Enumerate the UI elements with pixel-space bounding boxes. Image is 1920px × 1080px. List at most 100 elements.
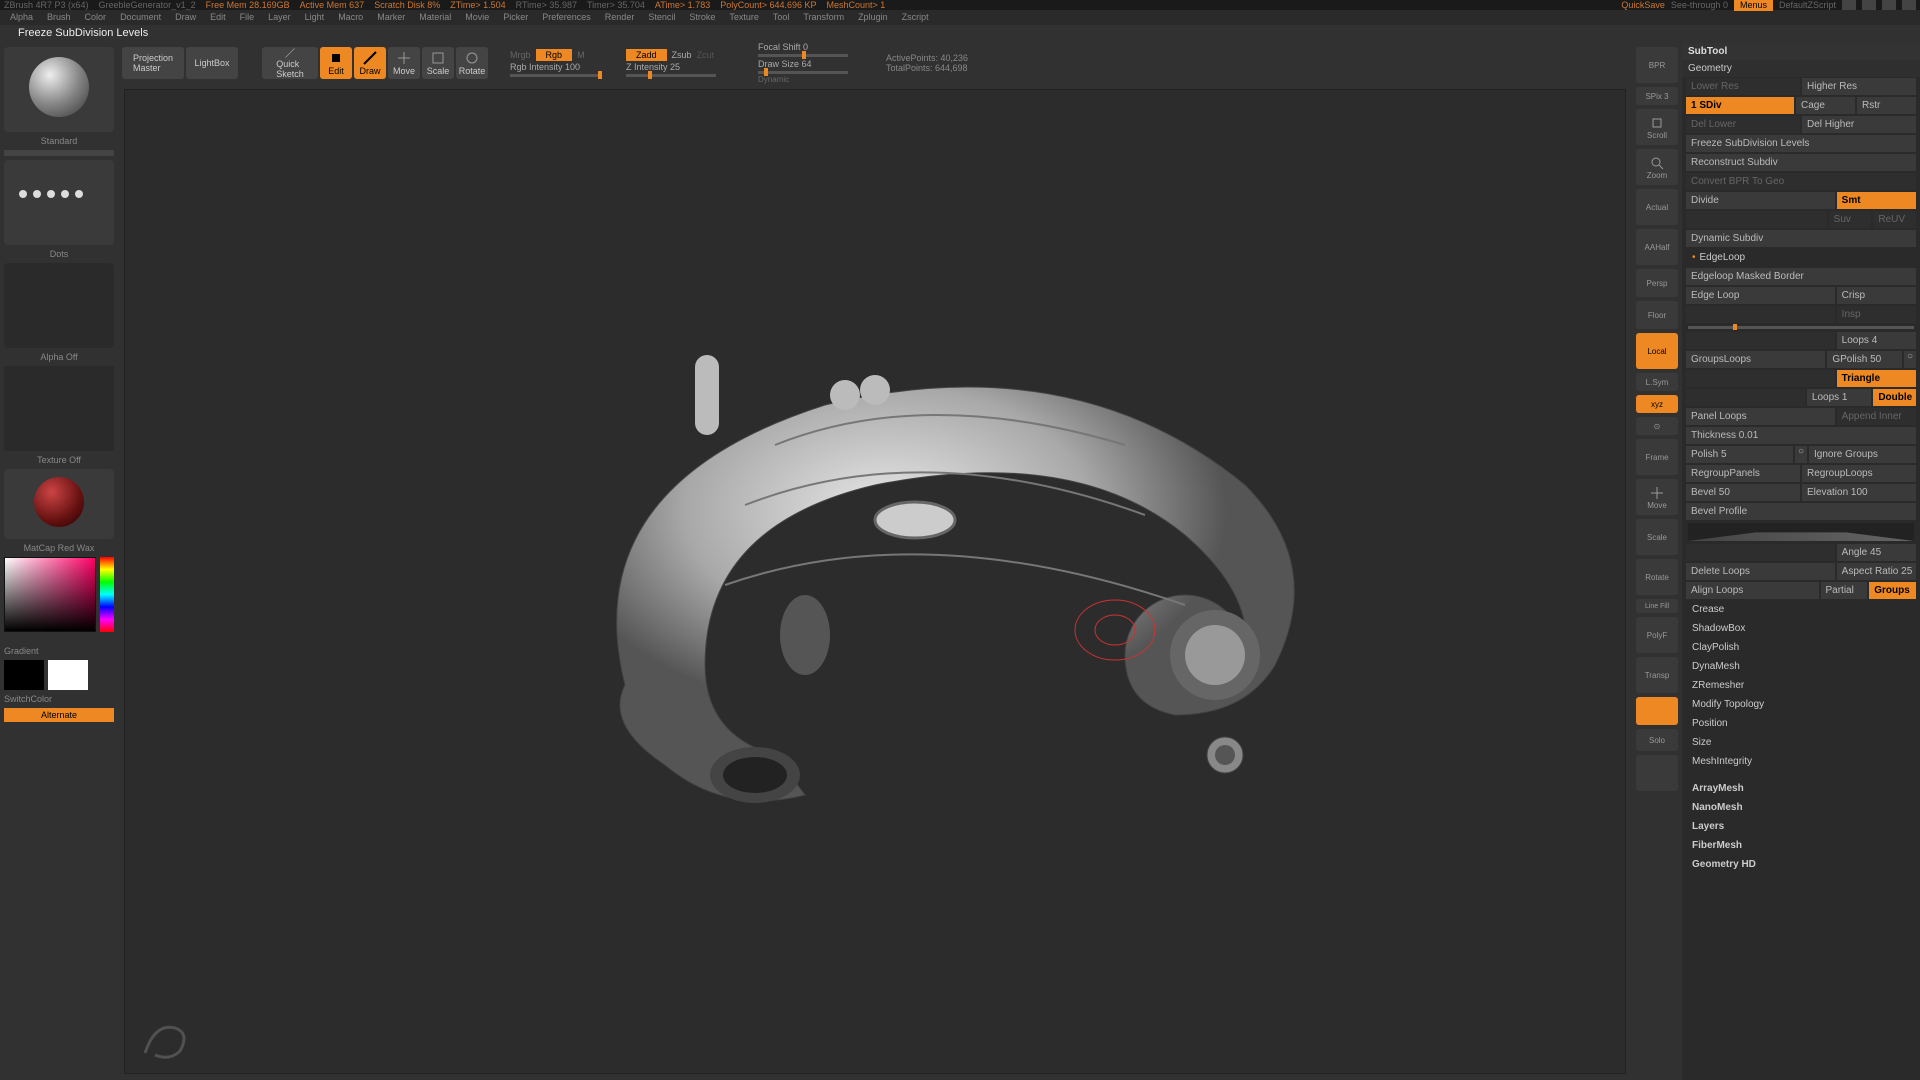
default-script[interactable]: DefaultZScript: [1779, 0, 1836, 10]
frame-button[interactable]: Frame: [1636, 439, 1678, 475]
double[interactable]: Double: [1873, 389, 1916, 406]
size-section[interactable]: Size: [1682, 733, 1920, 752]
cage[interactable]: Cage: [1796, 97, 1855, 114]
bevel[interactable]: Bevel 50: [1686, 484, 1800, 501]
menu-item[interactable]: Material: [419, 12, 451, 23]
regroup-loops[interactable]: RegroupLoops: [1802, 465, 1916, 482]
menu-item[interactable]: Zplugin: [858, 12, 888, 23]
zadd[interactable]: Zadd: [626, 49, 667, 61]
subtool-header[interactable]: SubTool: [1682, 43, 1920, 60]
zcut[interactable]: Zcut: [697, 50, 715, 60]
bevel-profile[interactable]: Bevel Profile: [1686, 503, 1916, 520]
texture-selector[interactable]: [4, 366, 114, 451]
maximize-icon[interactable]: [1882, 0, 1896, 10]
del-higher[interactable]: Del Higher: [1802, 116, 1916, 133]
gradient-label[interactable]: Gradient: [4, 646, 114, 656]
edgeloop-masked[interactable]: Edgeloop Masked Border: [1686, 268, 1916, 285]
del-lower[interactable]: Del Lower: [1686, 116, 1800, 133]
loops1[interactable]: Loops 1: [1807, 389, 1871, 406]
projection-master[interactable]: Projection Master: [122, 47, 184, 79]
scale-nav[interactable]: Scale: [1636, 519, 1678, 555]
ignore-groups[interactable]: Ignore Groups: [1809, 446, 1916, 463]
actual-button[interactable]: Actual: [1636, 189, 1678, 225]
loops4[interactable]: Loops 4: [1837, 332, 1916, 349]
partial[interactable]: Partial: [1821, 582, 1868, 599]
aahalf-button[interactable]: AAHalf: [1636, 229, 1678, 265]
edgeloop-section[interactable]: EdgeLoop: [1682, 248, 1920, 267]
menu-item[interactable]: File: [240, 12, 255, 23]
menu-item[interactable]: Movie: [465, 12, 489, 23]
rgb-intensity[interactable]: Rgb Intensity 100: [510, 62, 580, 72]
local-button[interactable]: Local: [1636, 333, 1678, 369]
zsub[interactable]: Zsub: [672, 50, 692, 60]
bpr-button[interactable]: BPR: [1636, 47, 1678, 83]
menu-item[interactable]: Edit: [210, 12, 226, 23]
close-icon[interactable]: [1902, 0, 1916, 10]
aspect-ratio[interactable]: Aspect Ratio 25: [1837, 563, 1916, 580]
position-section[interactable]: Position: [1682, 714, 1920, 733]
lsym-button[interactable]: L.Sym: [1636, 373, 1678, 391]
alternate-button[interactable]: Alternate: [4, 708, 114, 722]
nanomesh-header[interactable]: NanoMesh: [1682, 798, 1920, 817]
reconstruct-subdiv[interactable]: Reconstruct Subdiv: [1686, 154, 1916, 171]
menu-item[interactable]: Preferences: [542, 12, 591, 23]
alpha-selector[interactable]: [4, 263, 114, 348]
rgb[interactable]: Rgb: [536, 49, 573, 61]
menu-item[interactable]: Texture: [729, 12, 759, 23]
m-button[interactable]: M: [577, 50, 585, 60]
rotate-button[interactable]: Rotate: [456, 47, 488, 79]
xpose-button[interactable]: [1636, 755, 1678, 791]
suv[interactable]: Suv: [1829, 211, 1872, 228]
stroke-selector[interactable]: [4, 160, 114, 245]
dynamesh-section[interactable]: DynaMesh: [1682, 657, 1920, 676]
sdiv-slider[interactable]: 1 SDiv: [1686, 97, 1794, 114]
polish-toggle[interactable]: ○: [1795, 446, 1807, 463]
menu-item[interactable]: Stroke: [689, 12, 715, 23]
window-icon[interactable]: [1842, 0, 1856, 10]
menu-item[interactable]: Color: [85, 12, 107, 23]
primary-color[interactable]: [48, 660, 88, 690]
transp-button[interactable]: Transp: [1636, 657, 1678, 693]
append-inner[interactable]: Append Inner: [1837, 408, 1916, 425]
menu-item[interactable]: Picker: [503, 12, 528, 23]
zremesher-section[interactable]: ZRemesher: [1682, 676, 1920, 695]
menu-item[interactable]: Document: [120, 12, 161, 23]
menu-item[interactable]: Zscript: [902, 12, 929, 23]
geometryhd-header[interactable]: Geometry HD: [1682, 855, 1920, 874]
menu-item[interactable]: Stencil: [648, 12, 675, 23]
menu-item[interactable]: Render: [605, 12, 635, 23]
geometry-header[interactable]: Geometry: [1682, 60, 1920, 77]
scroll-button[interactable]: Scroll: [1636, 109, 1678, 145]
lightbox-button[interactable]: LightBox: [186, 47, 238, 79]
crease-section[interactable]: Crease: [1682, 600, 1920, 619]
mrgb[interactable]: Mrgb: [510, 50, 531, 60]
material-selector[interactable]: [4, 469, 114, 539]
gpolish[interactable]: GPolish 50: [1827, 351, 1902, 368]
insp[interactable]: Insp: [1837, 306, 1916, 323]
quick-sketch[interactable]: Quick Sketch: [262, 47, 318, 79]
ghost-button[interactable]: [1636, 697, 1678, 725]
regroup-panels[interactable]: RegroupPanels: [1686, 465, 1800, 482]
reuv[interactable]: ReUV: [1873, 211, 1916, 228]
z-intensity[interactable]: Z Intensity 25: [626, 62, 680, 72]
solo-button[interactable]: Solo: [1636, 729, 1678, 751]
move-button[interactable]: Move: [388, 47, 420, 79]
menus-toggle[interactable]: Menus: [1734, 0, 1773, 11]
edge-loop[interactable]: Edge Loop: [1686, 287, 1835, 304]
delete-loops[interactable]: Delete Loops: [1686, 563, 1835, 580]
floor-button[interactable]: Floor: [1636, 301, 1678, 329]
menu-item[interactable]: Alpha: [10, 12, 33, 23]
groups[interactable]: Groups: [1869, 582, 1916, 599]
angle[interactable]: Angle 45: [1837, 544, 1916, 561]
divide[interactable]: Divide: [1686, 192, 1835, 209]
shadowbox-section[interactable]: ShadowBox: [1682, 619, 1920, 638]
polyf-button[interactable]: PolyF: [1636, 617, 1678, 653]
panel-loops[interactable]: Panel Loops: [1686, 408, 1835, 425]
menu-item[interactable]: Light: [305, 12, 325, 23]
menu-item[interactable]: Marker: [377, 12, 405, 23]
focal-shift[interactable]: Focal Shift 0: [758, 42, 808, 52]
switch-color[interactable]: SwitchColor: [4, 694, 114, 704]
move-nav[interactable]: Move: [1636, 479, 1678, 515]
layers-header[interactable]: Layers: [1682, 817, 1920, 836]
viewport[interactable]: [124, 89, 1626, 1074]
